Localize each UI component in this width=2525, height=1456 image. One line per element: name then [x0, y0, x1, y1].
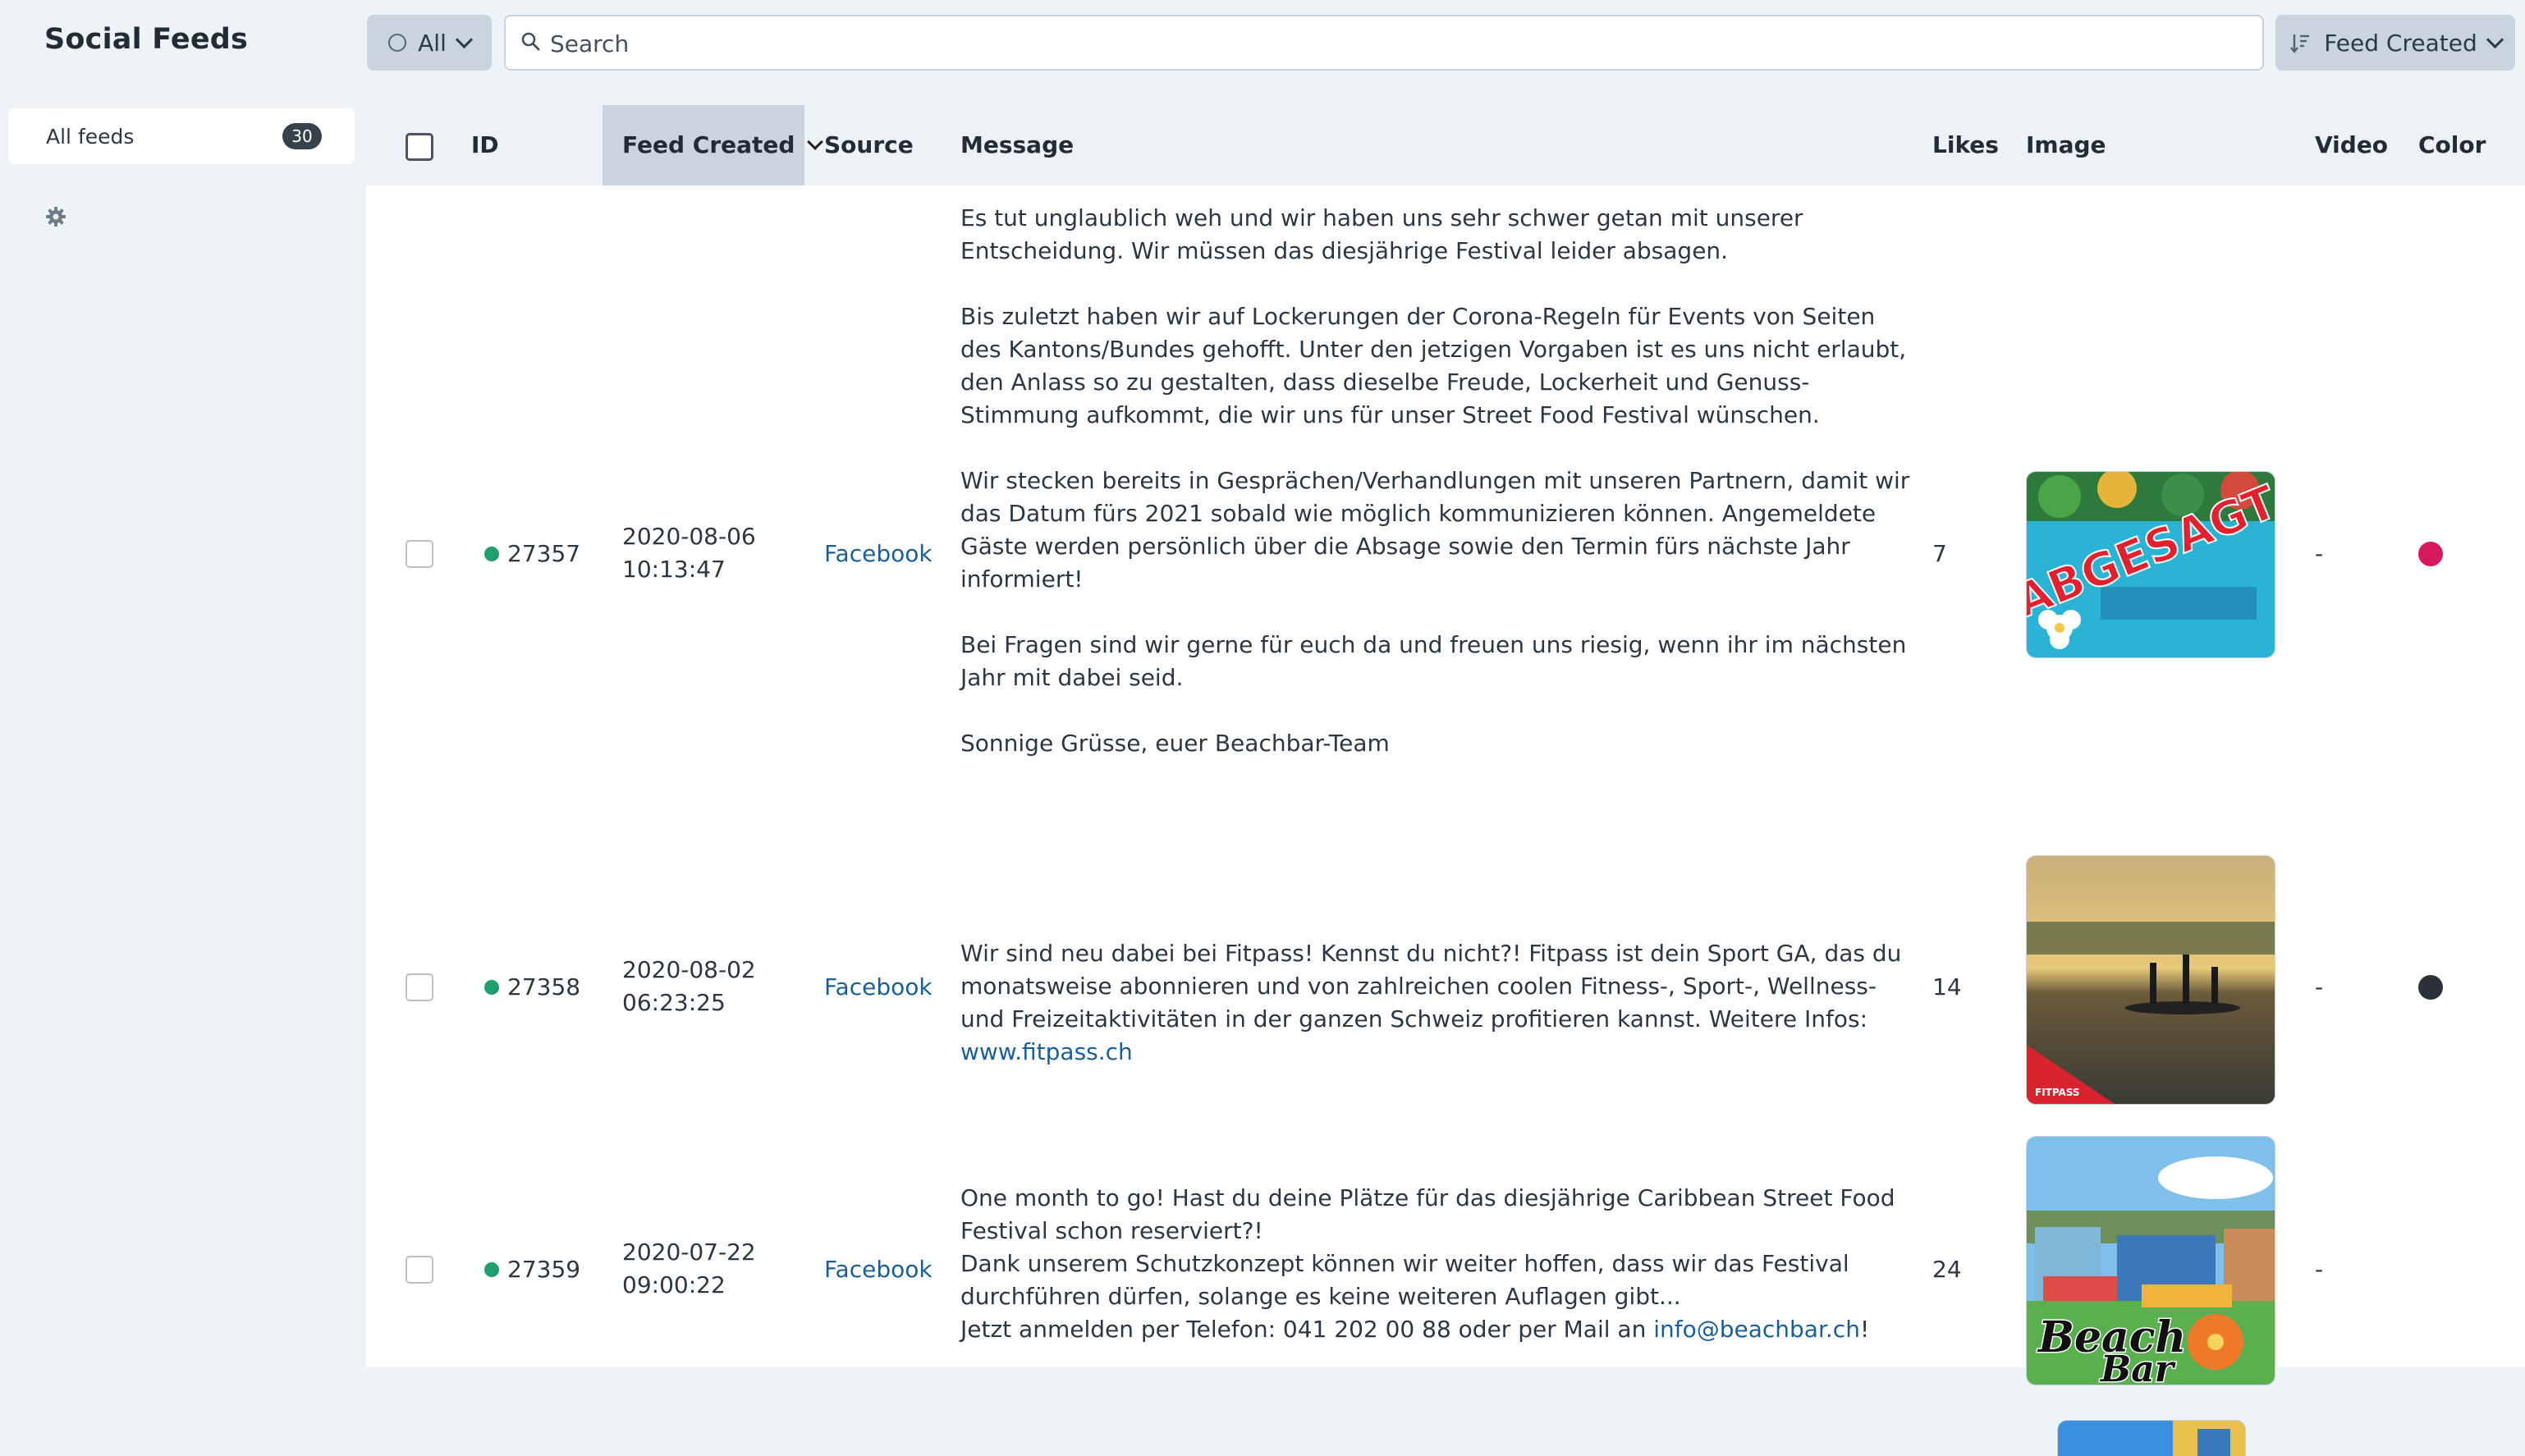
row-created-time: 06:23:25 — [622, 989, 726, 1016]
search-box[interactable] — [504, 15, 2264, 71]
column-header-source[interactable]: Source — [824, 105, 914, 185]
search-input[interactable] — [548, 16, 2251, 71]
row-color-swatch — [2418, 975, 2443, 1000]
row-created: 2020-08-06 10:13:47 — [622, 520, 756, 586]
message-link[interactable]: info@beachbar.ch — [1653, 1316, 1860, 1343]
chevron-down-icon — [2486, 30, 2504, 48]
row-likes: 24 — [1932, 1256, 1962, 1283]
table-row[interactable]: 27357 2020-08-06 10:13:47 Facebook Es tu… — [366, 185, 2525, 845]
top-bar: Social Feeds All Feed Created — [0, 0, 2525, 85]
row-created-date: 2020-08-02 — [622, 956, 756, 983]
status-filter-button[interactable]: All — [367, 15, 492, 71]
column-header-label: Feed Created — [622, 131, 795, 158]
message-line: Jetzt anmelden per Telefon: 041 202 00 8… — [960, 1313, 1921, 1346]
row-image[interactable]: FITPASS — [2026, 855, 2275, 1105]
row-created: 2020-08-02 06:23:25 — [622, 954, 756, 1019]
status-filter-label: All — [418, 29, 447, 57]
row-video: - — [2315, 1256, 2324, 1283]
row-color-swatch — [2418, 542, 2443, 566]
column-header-id[interactable]: ID — [471, 105, 499, 185]
row-id: 27359 — [507, 1256, 581, 1283]
message-paragraph: Sonnige Grüsse, euer Beachbar-Team — [960, 730, 1390, 757]
row-created-time: 10:13:47 — [622, 556, 726, 583]
row-created: 2020-07-22 09:00:22 — [622, 1236, 756, 1302]
row-source-link[interactable]: Facebook — [824, 971, 933, 1004]
sidebar: All feeds 30 — [0, 85, 366, 1367]
column-header-color[interactable]: Color — [2418, 105, 2486, 185]
message-paragraph: Wir stecken bereits in Gesprächen/Verhan… — [960, 467, 1910, 593]
column-header-feed-created[interactable]: Feed Created — [603, 105, 824, 185]
row-image[interactable]: ABGESAGT — [2026, 471, 2275, 658]
row-likes: 7 — [1932, 540, 1947, 567]
gear-icon[interactable] — [44, 205, 67, 228]
message-link[interactable]: www.fitpass.ch — [960, 1038, 1133, 1065]
message-paragraph: Bei Fragen sind wir gerne für euch da un… — [960, 631, 1907, 691]
column-header-message[interactable]: Message — [960, 105, 1074, 185]
table-row[interactable] — [366, 1399, 2525, 1456]
status-dot — [484, 547, 499, 561]
sidebar-item-all-feeds[interactable]: All feeds 30 — [8, 108, 355, 164]
search-icon — [521, 32, 540, 51]
message-text: ! — [1859, 1316, 1870, 1343]
row-message: Es tut unglaublich weh und wir haben uns… — [960, 202, 1921, 760]
chevron-down-icon — [455, 30, 473, 48]
row-checkbox[interactable] — [406, 973, 433, 1001]
row-message: One month to go! Hast du deine Plätze fü… — [960, 1182, 1921, 1346]
row-likes: 14 — [1932, 973, 1962, 1000]
row-created-date: 2020-08-06 — [622, 523, 756, 550]
count-badge: 30 — [282, 123, 322, 149]
column-header-video[interactable]: Video — [2315, 105, 2388, 185]
status-dot — [484, 1262, 499, 1277]
message-text: Wir sind neu dabei bei Fitpass! Kennst d… — [960, 940, 1902, 1032]
column-header-likes[interactable]: Likes — [1932, 105, 1999, 185]
sort-icon — [2290, 34, 2310, 53]
message-text: Jetzt anmelden per Telefon: 041 202 00 8… — [960, 1316, 1654, 1343]
message-line: Dank unserem Schutzkonzept können wir we… — [960, 1250, 1849, 1310]
app-title: Social Feeds — [44, 23, 249, 56]
table-row[interactable]: 27358 2020-08-02 06:23:25 Facebook Wir s… — [366, 845, 2525, 1128]
row-video: - — [2315, 973, 2324, 1000]
sort-label: Feed Created — [2324, 29, 2477, 57]
row-checkbox[interactable] — [406, 540, 433, 568]
row-source-link[interactable]: Facebook — [824, 538, 933, 570]
chevron-down-icon — [807, 134, 824, 150]
column-header-image[interactable]: Image — [2026, 105, 2106, 185]
row-checkbox[interactable] — [406, 1256, 433, 1284]
message-paragraph: Bis zuletzt haben wir auf Lockerungen de… — [960, 303, 1907, 428]
sidebar-item-label: All feeds — [46, 125, 135, 149]
row-id: 27358 — [507, 973, 581, 1000]
row-video: - — [2315, 540, 2324, 567]
message-line: One month to go! Hast du deine Plätze fü… — [960, 1184, 1895, 1244]
message-paragraph: Es tut unglaublich weh und wir haben uns… — [960, 204, 1803, 264]
sort-button[interactable]: Feed Created — [2275, 15, 2515, 71]
select-all-checkbox[interactable] — [406, 133, 433, 161]
row-message: Wir sind neu dabei bei Fitpass! Kennst d… — [960, 937, 1921, 1069]
table-header: ID Feed Created Source Message Likes Ima… — [366, 105, 2525, 185]
row-created-date: 2020-07-22 — [622, 1239, 756, 1266]
row-image[interactable] — [2057, 1420, 2246, 1456]
circle-icon — [388, 34, 407, 52]
row-id: 27357 — [507, 540, 581, 567]
row-source-link[interactable]: Facebook — [824, 1253, 933, 1286]
row-created-time: 09:00:22 — [622, 1271, 726, 1298]
table-row[interactable]: 27359 2020-07-22 09:00:22 Facebook One m… — [366, 1128, 2525, 1399]
status-dot — [484, 980, 499, 995]
row-image[interactable]: Beach Bar — [2026, 1136, 2275, 1385]
image-brand-text: FITPASS — [2035, 1087, 2080, 1098]
feed-table: ID Feed Created Source Message Likes Ima… — [366, 105, 2525, 1456]
